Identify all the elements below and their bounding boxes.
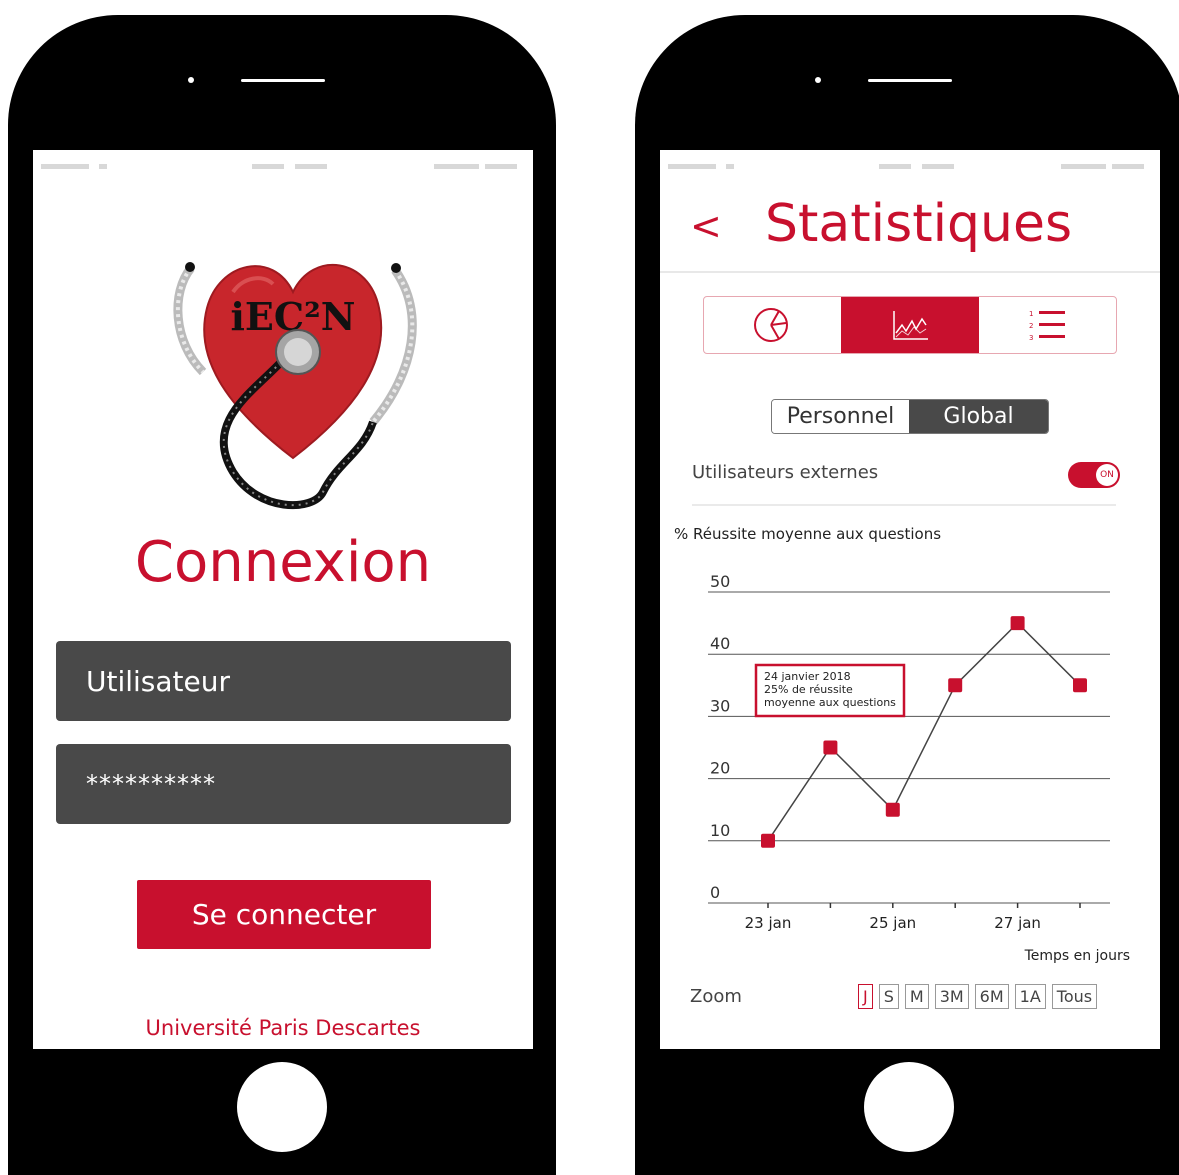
data-point xyxy=(1073,678,1087,693)
earpiece-speaker xyxy=(868,79,952,82)
status-bar-segment xyxy=(922,164,954,169)
tab-pie-chart[interactable] xyxy=(704,297,841,353)
scope-global-button[interactable]: Global xyxy=(909,400,1048,433)
data-point xyxy=(948,678,963,693)
status-bar-segment xyxy=(879,164,911,169)
numbered-list-icon: 1 2 3 xyxy=(1029,310,1066,342)
x-tick-label: 23 jan xyxy=(745,914,792,932)
scope-personnel-button[interactable]: Personnel xyxy=(772,400,909,433)
y-tick-label: 30 xyxy=(710,696,730,715)
tooltip-line: 25% de réussite xyxy=(764,683,853,696)
external-users-label: Utilisateurs externes xyxy=(692,462,879,483)
chart-tooltip: 24 janvier 201825% de réussitemoyenne au… xyxy=(754,663,906,718)
status-bar-segment xyxy=(295,164,327,169)
external-users-toggle[interactable]: ON xyxy=(1068,462,1120,488)
phone-frame-login: iEC²N Connexion Utilisateur ********** S… xyxy=(8,15,556,1175)
y-tick-label: 20 xyxy=(710,759,730,778)
tooltip-line: moyenne aux questions xyxy=(764,696,896,709)
status-bar-segment xyxy=(726,164,734,169)
zoom-options: J S M 3M 6M 1A Tous xyxy=(858,984,1098,1009)
login-button[interactable]: Se connecter xyxy=(137,880,431,949)
x-tick-label: 25 jan xyxy=(869,914,916,932)
status-bar-segment xyxy=(1061,164,1106,169)
zoom-option-m[interactable]: M xyxy=(904,984,929,1009)
username-field[interactable]: Utilisateur xyxy=(56,641,511,721)
header-divider xyxy=(660,271,1160,273)
y-tick-label: 40 xyxy=(710,634,730,653)
svg-text:3: 3 xyxy=(1029,334,1033,342)
phone-frame-stats: < Statistiques 1 2 3 Personnel Global Ut… xyxy=(635,15,1179,1175)
zoom-option-s[interactable]: S xyxy=(878,984,899,1009)
y-tick-label: 10 xyxy=(710,821,730,840)
status-bar-segment xyxy=(41,164,89,169)
toggle-knob: ON xyxy=(1096,464,1118,486)
scope-toggle: Personnel Global xyxy=(771,399,1049,434)
front-camera xyxy=(815,77,821,83)
earpiece-speaker xyxy=(241,79,325,82)
status-bar-segment xyxy=(99,164,107,169)
data-point xyxy=(885,802,900,817)
front-camera xyxy=(188,77,194,83)
status-bar xyxy=(660,164,1160,170)
zoom-option-6m[interactable]: 6M xyxy=(974,984,1009,1009)
success-line-chart: 0 10 20 30 40 50 23 jan 25 jan 27 jan Temps en jo… xyxy=(708,572,1130,964)
series-line xyxy=(767,622,1081,842)
x-tick-label: 27 jan xyxy=(994,914,1041,932)
home-button[interactable] xyxy=(237,1062,327,1152)
zoom-option-1a[interactable]: 1A xyxy=(1014,984,1046,1009)
page-title: Statistiques xyxy=(765,194,1073,254)
university-link[interactable]: Université Paris Descartes xyxy=(33,1016,533,1040)
view-tabs: 1 2 3 xyxy=(703,296,1117,354)
zoom-label: Zoom xyxy=(690,986,742,1007)
y-tick-label: 50 xyxy=(710,572,730,591)
iecn-heart-stethoscope-logo: iEC²N xyxy=(173,262,417,510)
page-title: Connexion xyxy=(134,530,432,595)
stats-screen: < Statistiques 1 2 3 Personnel Global Ut… xyxy=(660,150,1160,1049)
zoom-option-3m[interactable]: 3M xyxy=(934,984,969,1009)
data-point xyxy=(1010,616,1025,631)
y-tick-label: 0 xyxy=(710,883,720,902)
status-bar-segment xyxy=(1112,164,1144,169)
settings-divider xyxy=(692,504,1116,506)
status-bar xyxy=(33,164,533,170)
login-screen: iEC²N Connexion Utilisateur ********** S… xyxy=(33,150,533,1049)
svg-text:2: 2 xyxy=(1029,322,1033,330)
x-axis-label: Temps en jours xyxy=(1024,948,1130,964)
status-bar-segment xyxy=(668,164,716,169)
zoom-option-j[interactable]: J xyxy=(858,984,873,1009)
status-bar-segment xyxy=(434,164,479,169)
tooltip-line: 24 janvier 2018 xyxy=(764,670,851,683)
pie-chart-icon xyxy=(753,308,788,342)
tab-numbered-list[interactable]: 1 2 3 xyxy=(979,297,1116,353)
data-point xyxy=(761,833,775,848)
line-chart-icon xyxy=(893,311,928,340)
back-button[interactable]: < xyxy=(690,204,722,248)
status-bar-segment xyxy=(485,164,517,169)
tab-line-chart[interactable] xyxy=(841,297,979,353)
password-field[interactable]: ********** xyxy=(56,744,511,824)
svg-text:1: 1 xyxy=(1029,310,1033,318)
home-button[interactable] xyxy=(864,1062,954,1152)
status-bar-segment xyxy=(252,164,284,169)
chart-title: % Réussite moyenne aux questions xyxy=(674,525,942,543)
zoom-option-tous[interactable]: Tous xyxy=(1051,984,1098,1009)
data-point xyxy=(823,740,838,755)
